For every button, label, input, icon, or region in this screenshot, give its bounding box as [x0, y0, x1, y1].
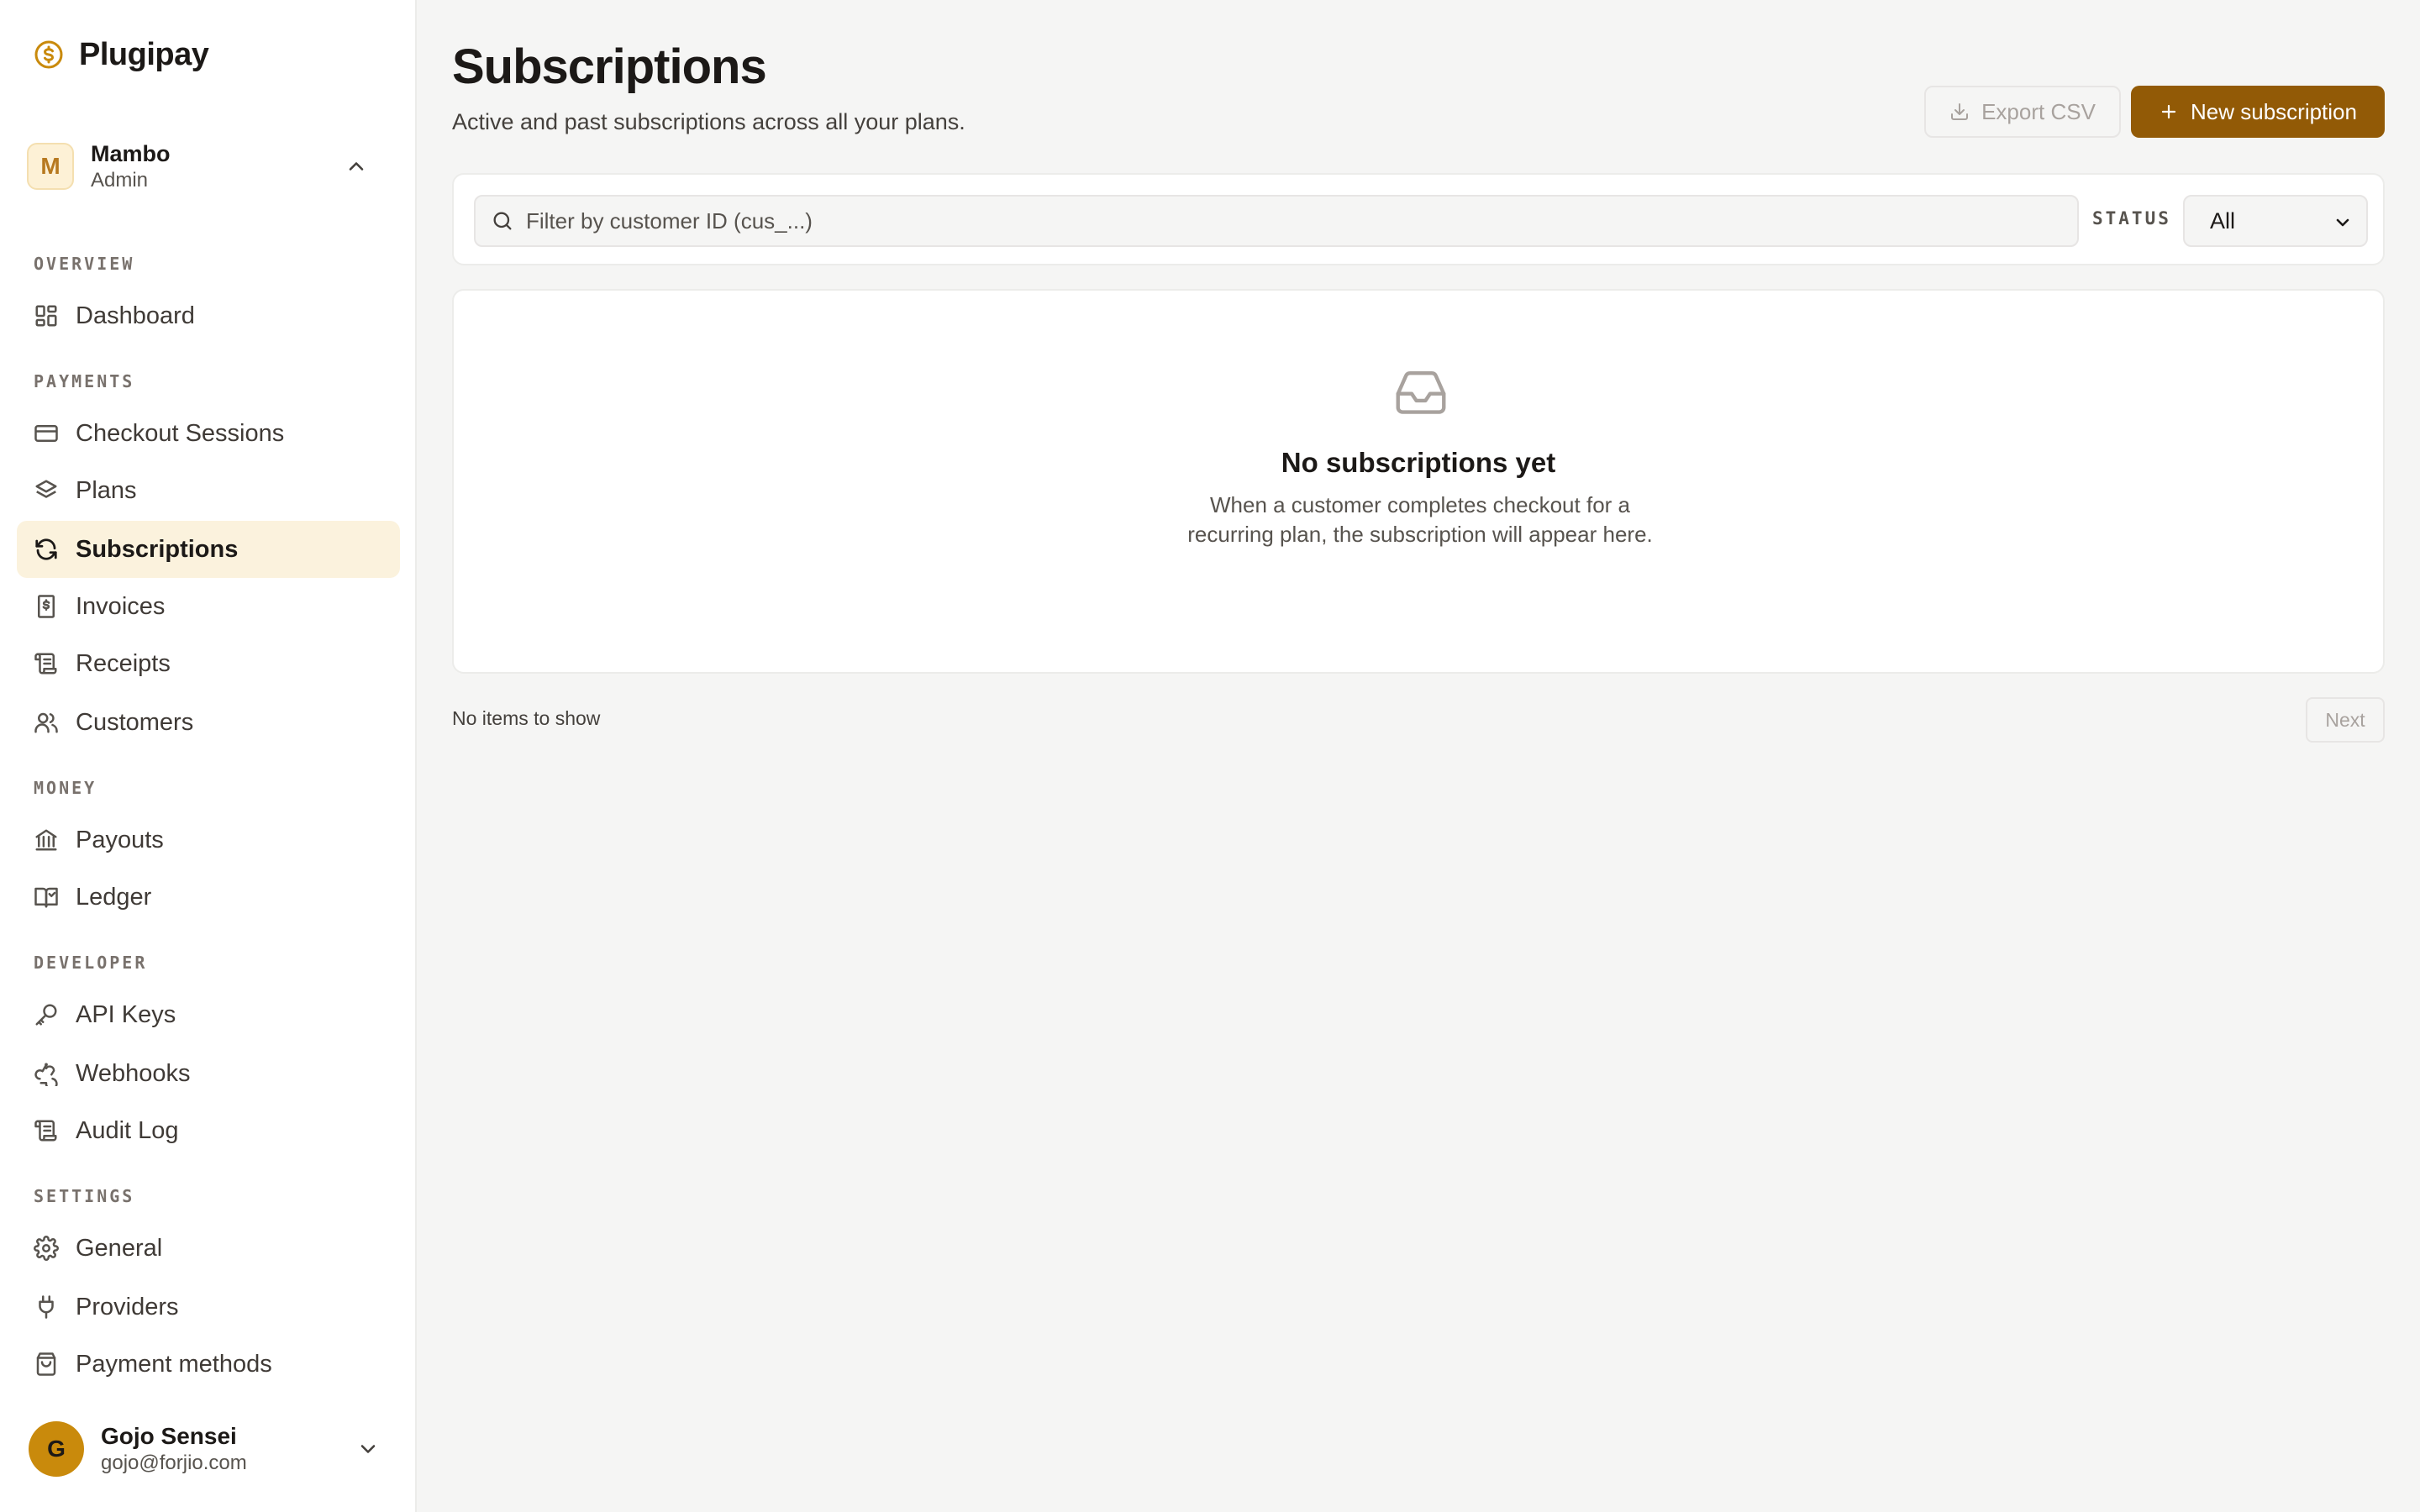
sidebar-item-label: Customers	[76, 708, 194, 736]
export-csv-button[interactable]: Export CSV	[1924, 86, 2121, 138]
section-payments: PAYMENTS	[34, 371, 135, 391]
dashboard-icon	[34, 303, 59, 328]
sidebar-item-api-keys[interactable]: API Keys	[17, 986, 400, 1043]
sidebar-item-label: Payment methods	[76, 1350, 272, 1378]
sidebar-item-label: Plans	[76, 476, 137, 504]
sidebar-item-subscriptions[interactable]: Subscriptions	[17, 521, 400, 578]
empty-state: No subscriptions yet When a customer com…	[452, 289, 2385, 674]
users-icon	[34, 710, 59, 735]
scroll-icon	[34, 1118, 59, 1143]
sidebar-item-label: Webhooks	[76, 1059, 191, 1087]
pagination-summary: No items to show	[452, 707, 601, 729]
status-select[interactable]: All	[2183, 195, 2368, 247]
section-overview: OVERVIEW	[34, 254, 135, 274]
sidebar-item-webhooks[interactable]: Webhooks	[17, 1045, 400, 1102]
layers-icon	[34, 478, 59, 503]
sidebar-item-label: Subscriptions	[76, 535, 239, 563]
sidebar-item-ledger[interactable]: Ledger	[17, 869, 400, 926]
chevron-down-icon	[360, 1445, 376, 1453]
org-role: Admin	[91, 169, 149, 192]
sidebar-item-general[interactable]: General	[17, 1220, 400, 1277]
empty-state-description: When a customer completes checkout for a…	[1187, 492, 1653, 547]
sidebar-item-label: Dashboard	[76, 302, 195, 329]
sidebar-item-payment-methods[interactable]: Payment methods	[17, 1336, 400, 1393]
sidebar-item-plans[interactable]: Plans	[17, 462, 400, 519]
org-avatar: M	[27, 143, 74, 190]
sidebar: Plugipay M Mambo Admin OVERVIEW Dashboar…	[0, 0, 417, 1512]
user-name: Gojo Sensei	[101, 1423, 237, 1449]
sidebar-item-customers[interactable]: Customers	[17, 694, 400, 751]
sidebar-item-providers[interactable]: Providers	[17, 1278, 400, 1336]
new-subscription-label: New subscription	[2191, 98, 2357, 124]
webhook-icon	[34, 1061, 59, 1086]
dollar-coin-icon	[34, 39, 64, 70]
brand-name: Plugipay	[79, 36, 209, 72]
bank-icon	[34, 827, 59, 853]
book-open-icon	[34, 885, 59, 910]
search-input[interactable]	[526, 207, 2039, 234]
sidebar-item-label: Providers	[76, 1293, 179, 1320]
search-icon	[493, 212, 512, 230]
export-csv-label: Export CSV	[1981, 98, 2096, 124]
chevron-up-icon	[349, 162, 364, 171]
wallet-icon	[34, 1352, 59, 1377]
chevron-down-icon	[2336, 218, 2349, 227]
receipt-icon	[34, 651, 59, 676]
refresh-icon	[34, 537, 59, 562]
avatar: G	[29, 1421, 84, 1477]
section-settings: SETTINGS	[34, 1186, 135, 1206]
user-email: gojo@forjio.com	[101, 1452, 247, 1474]
page-subtitle: Active and past subscriptions across all…	[452, 109, 965, 134]
sidebar-item-label: Checkout Sessions	[76, 419, 285, 447]
sidebar-item-audit-log[interactable]: Audit Log	[17, 1102, 400, 1159]
download-icon	[1951, 103, 1969, 120]
sidebar-item-checkout-sessions[interactable]: Checkout Sessions	[17, 405, 400, 462]
sidebar-item-label: Ledger	[76, 883, 152, 911]
org-switcher[interactable]: M Mambo Admin	[27, 139, 393, 193]
sidebar-item-label: General	[76, 1234, 163, 1262]
sidebar-item-label: API Keys	[76, 1000, 176, 1028]
sidebar-item-invoices[interactable]: Invoices	[17, 578, 400, 635]
sidebar-item-dashboard[interactable]: Dashboard	[17, 287, 400, 344]
sidebar-item-label: Invoices	[76, 592, 166, 620]
inbox-icon	[1396, 371, 1446, 414]
plus-icon	[2161, 104, 2176, 119]
plug-icon	[34, 1294, 59, 1320]
new-subscription-button[interactable]: New subscription	[2131, 86, 2385, 138]
search-field[interactable]	[474, 195, 2079, 247]
next-page-button[interactable]: Next	[2306, 697, 2385, 743]
page-title: Subscriptions	[452, 39, 767, 94]
sidebar-item-label: Audit Log	[76, 1116, 179, 1144]
org-name: Mambo	[91, 141, 171, 166]
sidebar-item-payouts[interactable]: Payouts	[17, 811, 400, 869]
empty-state-title: No subscriptions yet	[1281, 447, 1556, 478]
status-filter-label: STATUS	[2092, 208, 2171, 228]
credit-card-icon	[34, 421, 59, 446]
section-money: MONEY	[34, 778, 97, 798]
user-menu[interactable]: G Gojo Sensei gojo@forjio.com	[29, 1420, 398, 1478]
key-icon	[34, 1002, 59, 1027]
gear-icon	[34, 1236, 59, 1261]
brand[interactable]: Plugipay	[34, 34, 209, 76]
sidebar-item-receipts[interactable]: Receipts	[17, 635, 400, 692]
sidebar-item-label: Payouts	[76, 826, 164, 853]
sidebar-item-label: Receipts	[76, 649, 171, 677]
invoice-icon	[34, 594, 59, 619]
section-developer: DEVELOPER	[34, 953, 148, 973]
filter-bar: STATUS All	[452, 173, 2385, 265]
status-select-value: All	[2210, 207, 2236, 234]
